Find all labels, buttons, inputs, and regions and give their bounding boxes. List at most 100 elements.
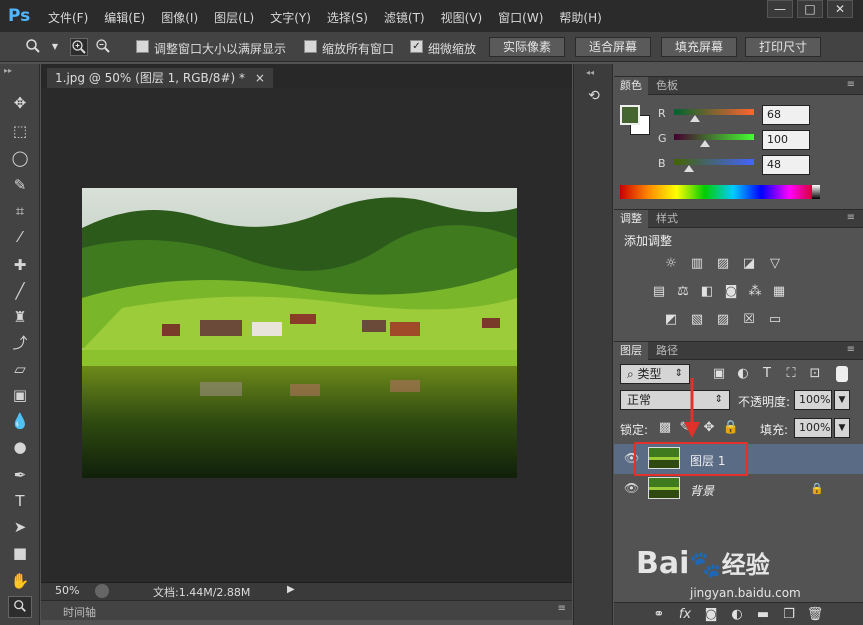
green-slider-thumb[interactable] bbox=[700, 140, 710, 147]
lasso-tool-icon[interactable]: ◯ bbox=[8, 147, 32, 169]
document-image[interactable] bbox=[82, 188, 517, 478]
menu-help[interactable]: 帮助(H) bbox=[559, 9, 601, 26]
tab-layers[interactable]: 图层 bbox=[614, 342, 648, 360]
layer-filter-select[interactable]: ⌕ 类型 ⇕ bbox=[620, 364, 690, 384]
new-layer-icon[interactable]: ❐ bbox=[780, 607, 798, 623]
photo-filter-icon[interactable]: ◙ bbox=[722, 284, 740, 300]
zoom-level[interactable]: 50% bbox=[55, 584, 79, 597]
adjustments-panel-menu-icon[interactable]: ≡ bbox=[847, 212, 855, 223]
filter-toggle-icon[interactable] bbox=[836, 366, 848, 382]
fill-field[interactable]: 100% bbox=[794, 418, 832, 438]
eyedropper-tool-icon[interactable]: ⁄ bbox=[8, 226, 32, 248]
crop-tool-icon[interactable]: ⌗ bbox=[8, 200, 32, 222]
scrubby-zoom-checkbox[interactable]: ✓ bbox=[410, 40, 423, 53]
green-slider[interactable] bbox=[674, 134, 754, 140]
black-white-icon[interactable]: ◧ bbox=[698, 284, 716, 300]
maximize-button[interactable]: □ bbox=[797, 0, 823, 18]
tab-styles[interactable]: 样式 bbox=[650, 210, 684, 228]
close-button[interactable]: ✕ bbox=[827, 0, 853, 18]
filter-pixel-icon[interactable]: ▣ bbox=[710, 366, 728, 382]
dodge-tool-icon[interactable]: ● bbox=[8, 436, 32, 458]
clone-stamp-tool-icon[interactable]: ♜ bbox=[8, 306, 32, 328]
history-brush-tool-icon[interactable]: ⤴ bbox=[8, 332, 32, 354]
lock-position-icon[interactable]: ✥ bbox=[700, 420, 718, 436]
adjustment-layer-icon[interactable]: ◐ bbox=[728, 607, 746, 623]
vibrance-icon[interactable]: ▽ bbox=[766, 256, 784, 272]
color-panel-menu-icon[interactable]: ≡ bbox=[847, 79, 855, 90]
filter-type-icon[interactable]: T bbox=[758, 366, 776, 382]
red-value-field[interactable]: 68 bbox=[762, 105, 810, 125]
invert-icon[interactable]: ◩ bbox=[662, 312, 680, 328]
collapse-toolbar-icon[interactable]: ▸▸ bbox=[4, 66, 12, 75]
red-slider[interactable] bbox=[674, 109, 754, 115]
color-balance-icon[interactable]: ⚖ bbox=[674, 284, 692, 300]
brightness-contrast-icon[interactable]: ☼ bbox=[662, 256, 680, 272]
layers-panel-menu-icon[interactable]: ≡ bbox=[847, 344, 855, 355]
curves-icon[interactable]: ▨ bbox=[714, 256, 732, 272]
marquee-tool-icon[interactable]: ⬚ bbox=[8, 120, 32, 142]
layer-name[interactable]: 背景 bbox=[690, 482, 714, 499]
zoom-tool-preset-icon[interactable] bbox=[24, 38, 42, 56]
exposure-icon[interactable]: ◪ bbox=[740, 256, 758, 272]
fill-screen-button[interactable]: 填充屏幕 bbox=[661, 37, 737, 57]
tab-swatches[interactable]: 色板 bbox=[650, 77, 684, 95]
healing-brush-tool-icon[interactable]: ✚ bbox=[8, 254, 32, 276]
layer-row-background[interactable]: 👁 背景 🔒 bbox=[614, 474, 863, 504]
fit-screen-button[interactable]: 适合屏幕 bbox=[575, 37, 651, 57]
fill-dropdown-icon[interactable]: ▼ bbox=[834, 418, 850, 438]
menu-image[interactable]: 图像(I) bbox=[161, 9, 198, 26]
foreground-color-swatch[interactable] bbox=[620, 105, 640, 125]
gradient-tool-icon[interactable]: ▣ bbox=[8, 384, 32, 406]
pen-tool-icon[interactable]: ✒ bbox=[8, 464, 32, 486]
tab-paths[interactable]: 路径 bbox=[650, 342, 684, 360]
color-lookup-icon[interactable]: ▦ bbox=[770, 284, 788, 300]
blur-tool-icon[interactable]: 💧 bbox=[8, 410, 32, 432]
type-tool-icon[interactable]: T bbox=[8, 490, 32, 512]
timeline-label[interactable]: 时间轴 bbox=[63, 604, 96, 620]
resize-windows-checkbox[interactable] bbox=[136, 40, 149, 53]
delete-layer-icon[interactable]: 🗑 bbox=[806, 607, 824, 623]
posterize-icon[interactable]: ▧ bbox=[688, 312, 706, 328]
blue-value-field[interactable]: 48 bbox=[762, 155, 810, 175]
layer-style-icon[interactable]: fx bbox=[676, 607, 694, 623]
color-spectrum-bar[interactable] bbox=[620, 185, 818, 199]
filter-shape-icon[interactable]: ⛶ bbox=[782, 366, 800, 382]
history-panel-icon[interactable]: ⟲ bbox=[584, 88, 604, 108]
print-size-button[interactable]: 打印尺寸 bbox=[745, 37, 821, 57]
timeline-menu-icon[interactable]: ≡ bbox=[558, 603, 566, 614]
black-white-ramp[interactable] bbox=[812, 185, 820, 199]
link-layers-icon[interactable]: ⚭ bbox=[650, 607, 668, 623]
menu-window[interactable]: 窗口(W) bbox=[498, 9, 543, 26]
levels-icon[interactable]: ▥ bbox=[688, 256, 706, 272]
hue-saturation-icon[interactable]: ▤ bbox=[650, 284, 668, 300]
brush-tool-icon[interactable]: ╱ bbox=[8, 280, 32, 302]
new-group-icon[interactable]: ▬ bbox=[754, 607, 772, 623]
document-tab-close-icon[interactable]: × bbox=[255, 71, 265, 85]
gradient-map-icon[interactable]: ▭ bbox=[766, 312, 784, 328]
tab-adjustments[interactable]: 调整 bbox=[614, 210, 648, 228]
tab-color[interactable]: 颜色 bbox=[614, 77, 648, 95]
status-options-icon[interactable] bbox=[95, 584, 109, 598]
threshold-icon[interactable]: ▨ bbox=[714, 312, 732, 328]
lock-all-icon[interactable]: 🔒 bbox=[722, 420, 740, 436]
opacity-field[interactable]: 100% bbox=[794, 390, 832, 410]
selective-color-icon[interactable]: ☒ bbox=[740, 312, 758, 328]
zoom-out-icon[interactable] bbox=[94, 38, 112, 56]
document-tab[interactable]: 1.jpg @ 50% (图层 1, RGB/8#) * × bbox=[47, 68, 273, 88]
menu-filter[interactable]: 滤镜(T) bbox=[384, 9, 425, 26]
blend-mode-select[interactable]: 正常 ⇕ bbox=[620, 390, 730, 410]
expand-dock-icon[interactable]: ◂◂ bbox=[586, 68, 594, 77]
visibility-eye-icon[interactable]: 👁 bbox=[624, 482, 639, 494]
zoom-in-icon[interactable] bbox=[70, 38, 88, 56]
chevron-down-icon[interactable]: ▼ bbox=[46, 38, 64, 56]
red-slider-thumb[interactable] bbox=[690, 115, 700, 122]
menu-layer[interactable]: 图层(L) bbox=[214, 9, 254, 26]
blue-slider-thumb[interactable] bbox=[684, 165, 694, 172]
menu-type[interactable]: 文字(Y) bbox=[270, 9, 311, 26]
filter-adjustment-icon[interactable]: ◐ bbox=[734, 366, 752, 382]
zoom-tool-icon[interactable] bbox=[8, 596, 32, 618]
filter-smart-object-icon[interactable]: ⊡ bbox=[806, 366, 824, 382]
move-tool-icon[interactable]: ✥ bbox=[8, 92, 32, 114]
status-menu-arrow-icon[interactable]: ▶ bbox=[287, 584, 295, 595]
green-value-field[interactable]: 100 bbox=[762, 130, 810, 150]
